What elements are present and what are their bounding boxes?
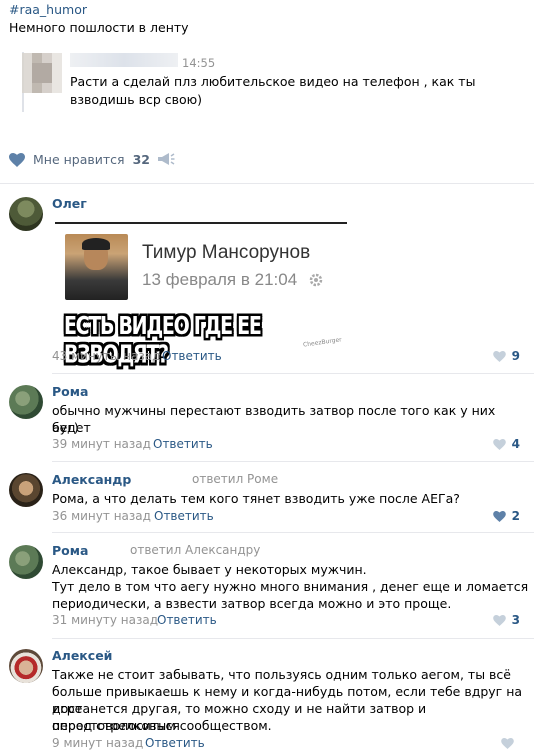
comment-author[interactable]: Алексей	[52, 648, 112, 663]
heart-icon	[492, 351, 506, 362]
profile-photo	[65, 234, 128, 300]
comment-text-line1: обычно мужчины перестают взводить затвор…	[52, 403, 496, 435]
comment-like-count: 9	[511, 349, 520, 363]
comment-time[interactable]: 36 минут назад	[52, 509, 151, 523]
heart-icon	[9, 152, 25, 167]
comment-author[interactable]: Александр	[52, 472, 131, 487]
avatar[interactable]	[9, 473, 43, 507]
reply-button[interactable]: Ответить	[157, 613, 217, 627]
like-label: Мне нравится	[33, 152, 125, 167]
comment-text-line2: аег)	[52, 420, 79, 435]
comment-author[interactable]: Олег	[52, 196, 87, 211]
quoted-text-line2: взводишь вср свою)	[70, 92, 203, 107]
like-count: 32	[132, 152, 150, 167]
reply-button[interactable]: Ответить	[145, 736, 205, 750]
comment-text-line2: Тут дело в том что аегу нужно много вним…	[52, 579, 529, 594]
comment-time[interactable]: 39 минут назад	[52, 437, 151, 451]
avatar[interactable]	[9, 197, 43, 231]
comment-like-button[interactable]: 3	[492, 613, 520, 627]
comment-author[interactable]: Рома	[52, 384, 88, 399]
replied-to[interactable]: ответил Роме	[192, 472, 278, 486]
comment-like-count: 3	[511, 613, 520, 627]
heart-icon	[492, 439, 506, 450]
comment-like-count: 2	[511, 509, 520, 523]
replied-to[interactable]: ответил Александру	[130, 543, 260, 557]
quoted-author-blurred	[70, 53, 178, 67]
like-button[interactable]: Мне нравится 32	[9, 152, 150, 167]
quoted-time: 14:55	[182, 56, 216, 70]
comment-like-count: 4	[511, 437, 520, 451]
gear-icon	[309, 273, 323, 287]
comment-time[interactable]: 9 минут назад	[52, 736, 143, 750]
image-profile-name: Тимур Мансорунов	[142, 242, 311, 263]
share-icon[interactable]	[157, 152, 175, 166]
image-top-line	[55, 222, 347, 224]
avatar[interactable]	[9, 545, 43, 579]
comment-text-line4: перед стрелковым сообществом.	[52, 718, 272, 733]
heart-icon	[492, 615, 506, 626]
post-hashtag[interactable]: #raa_humor	[9, 2, 87, 17]
quoted-avatar	[22, 53, 62, 93]
comment-time[interactable]: 43 минуты назад	[52, 349, 160, 363]
comment-time[interactable]: 31 минуту назад	[52, 613, 158, 627]
reply-button[interactable]: Ответить	[154, 509, 214, 523]
avatar[interactable]	[9, 649, 43, 683]
heart-icon	[501, 738, 514, 749]
reply-button[interactable]: Ответить	[153, 437, 213, 451]
comment-text-line1: Также не стоит забывать, что пользуясь о…	[52, 667, 511, 682]
comment-like-button[interactable]: 9	[492, 349, 520, 363]
avatar[interactable]	[9, 385, 43, 419]
comment-text-line3: периодически, а взвести затвор всегда мо…	[52, 596, 452, 611]
quoted-text-line1: Расти а сделай плз любительское видео на…	[70, 74, 476, 89]
heart-icon	[492, 511, 506, 522]
comment-image[interactable]: Тимур Мансорунов 13 февраля в 21:04 ЕСТЬ…	[62, 232, 342, 369]
comment-like-button[interactable]: 2	[492, 509, 520, 523]
comment-text-line1: Рома, а что делать тем кого тянет взводи…	[52, 491, 460, 506]
comment-author[interactable]: Рома	[52, 543, 88, 558]
comment-text-line1: Александр, такое бывает у некоторых мужч…	[52, 562, 367, 577]
comment-like-button[interactable]: 4	[492, 437, 520, 451]
comment-like-button[interactable]	[501, 736, 520, 750]
image-profile-date: 13 февраля в 21:04	[142, 270, 298, 289]
reply-button[interactable]: Ответить	[162, 349, 222, 363]
post-text: Немного пошлости в ленту	[9, 20, 189, 35]
